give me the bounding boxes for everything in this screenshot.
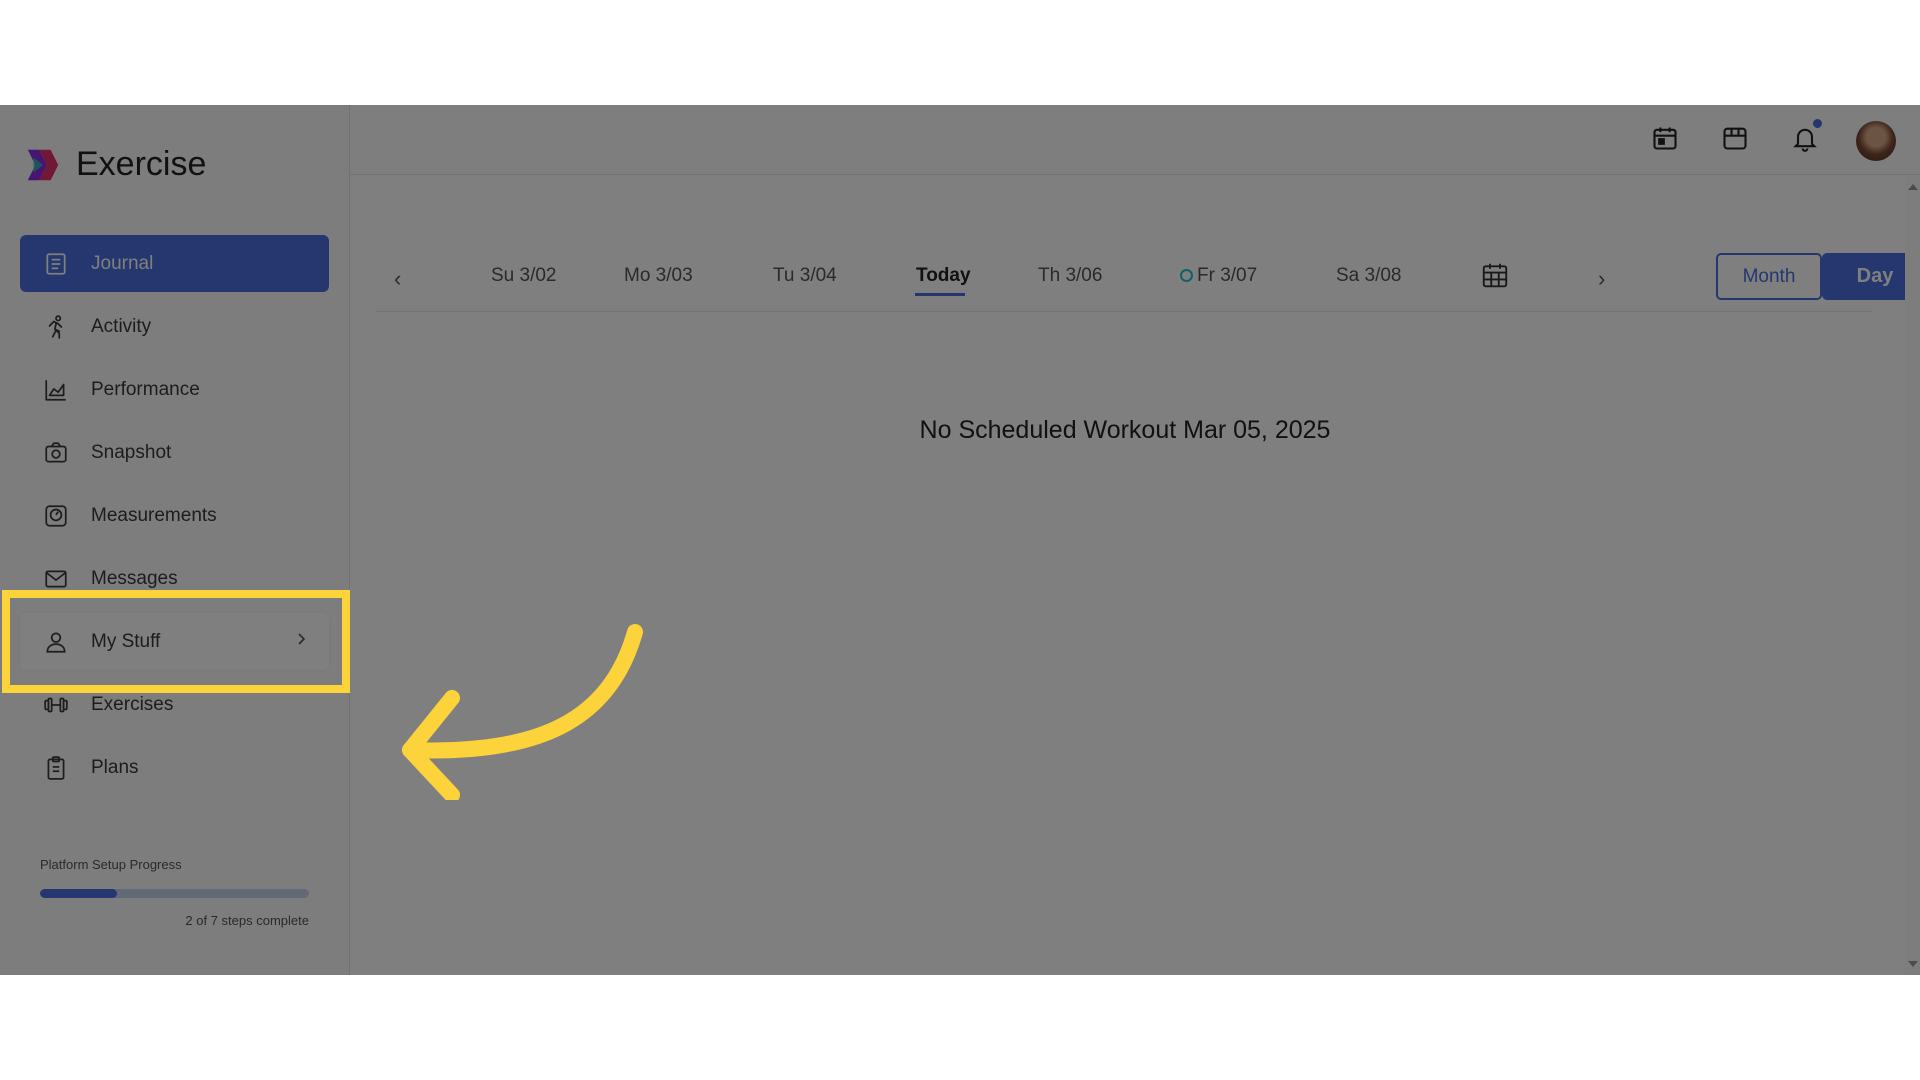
sidebar-item-label: Plans [91,756,139,778]
sidebar-item-measurements[interactable]: Measurements [20,487,329,544]
scale-icon [42,502,70,530]
day-sunday[interactable]: Su 3/02 [491,265,557,287]
app-name: Exercise [76,145,207,183]
day-tuesday[interactable]: Tu 3/04 [773,265,837,287]
day-thursday[interactable]: Th 3/06 [1038,265,1102,287]
scheduled-dot [1180,269,1193,282]
sidebar-item-label: Snapshot [91,441,172,463]
notification-dot [1813,119,1822,128]
day-friday-label: Fr 3/07 [1197,265,1258,286]
sidebar-item-label: Activity [91,315,152,337]
month-view-button[interactable]: Month [1716,253,1822,300]
journal-icon [42,250,70,278]
scroll-up-arrow[interactable] [1908,184,1918,190]
sidebar: Exercise Journal Activity Performance Sn [0,105,350,975]
scroll-down-arrow[interactable] [1908,961,1918,967]
app-window: Exercise Journal Activity Performance Sn [0,105,1920,975]
sidebar-item-performance[interactable]: Performance [20,361,329,418]
running-figure-icon [42,313,70,341]
prev-week-button[interactable]: ‹ [394,266,401,292]
date-navigation: ‹ Su 3/02 Mo 3/03 Tu 3/04 Today Th 3/06 … [376,236,1920,312]
envelope-icon [42,565,70,593]
top-header [350,105,1920,175]
pointer-arrow-icon [402,624,643,800]
scrollbar[interactable] [1905,176,1920,975]
camera-icon [42,439,70,467]
setup-progress-text: 2 of 7 steps complete [185,913,309,928]
setup-progress-bar [40,889,309,898]
sidebar-item-plans[interactable]: Plans [20,739,329,796]
next-week-button[interactable]: › [1598,266,1605,292]
day-saturday[interactable]: Sa 3/08 [1336,265,1402,287]
dumbbell-icon [42,691,70,719]
sidebar-item-activity[interactable]: Activity [20,298,329,355]
day-today[interactable]: Today [916,265,971,287]
today-indicator [915,293,965,296]
area-chart-icon [42,376,70,404]
avatar[interactable] [1856,121,1896,161]
sidebar-item-label: Journal [91,252,154,274]
calendar-picker-icon[interactable] [1480,260,1510,290]
bell-icon[interactable] [1790,119,1822,153]
logo[interactable]: Exercise [24,145,206,184]
logo-icon [27,149,59,180]
sidebar-item-label: Exercises [91,693,174,715]
store-icon[interactable] [1720,123,1750,153]
sidebar-item-label: Messages [91,567,178,589]
setup-progress-label: Platform Setup Progress [40,857,182,872]
empty-state-message: No Scheduled Workout Mar 05, 2025 [919,416,1331,444]
clipboard-icon [42,754,70,782]
day-friday[interactable]: Fr 3/07 [1180,265,1257,287]
sidebar-item-journal[interactable]: Journal [20,235,329,292]
calendar-icon[interactable] [1650,123,1680,153]
day-monday[interactable]: Mo 3/03 [624,265,693,287]
sidebar-item-label: Performance [91,378,200,400]
highlight-box [2,590,350,693]
sidebar-item-snapshot[interactable]: Snapshot [20,424,329,481]
main-content: ‹ Su 3/02 Mo 3/03 Tu 3/04 Today Th 3/06 … [350,176,1920,975]
setup-progress-fill [40,889,117,898]
sidebar-item-label: Measurements [91,504,217,526]
